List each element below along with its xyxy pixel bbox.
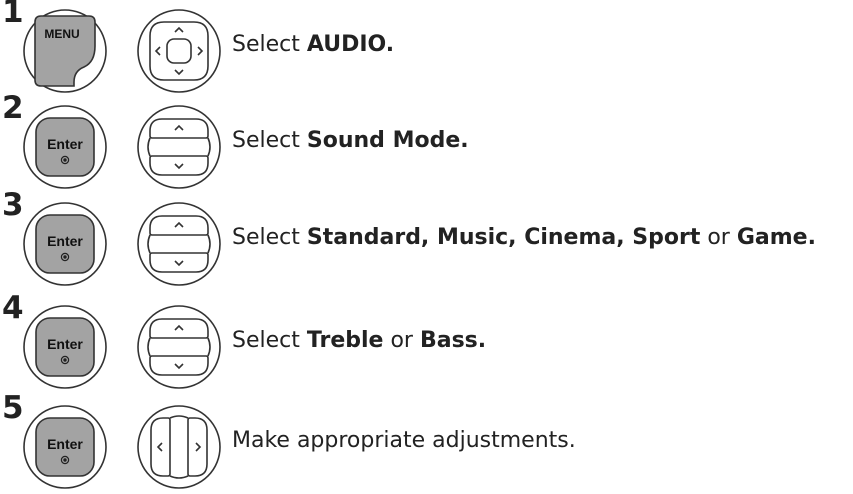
dpad-up-down-icon	[137, 305, 221, 389]
nav-pad-button[interactable]	[136, 404, 222, 490]
instruction-bold-text: Treble	[306, 328, 384, 353]
step-instruction: Select Sound Mode.	[232, 128, 469, 153]
left-button-label: MENU	[44, 27, 79, 41]
dpad-left-right-icon	[137, 405, 221, 489]
left-button-label: Enter	[47, 233, 83, 249]
nav-pad-button[interactable]	[136, 104, 222, 190]
step-instruction: Select Treble or Bass.	[232, 328, 486, 353]
instruction-bold-text: Sound Mode.	[306, 128, 469, 153]
nav-pad-button[interactable]	[136, 201, 222, 287]
instruction-bold-text: Bass.	[419, 328, 487, 353]
step-3: 3 Enter Select Standard, Music, Cinema, …	[0, 187, 853, 287]
step-number: 4	[2, 290, 24, 326]
menu-key-icon: MENU	[23, 9, 107, 93]
step-number: 5	[2, 390, 24, 426]
left-button-label: Enter	[47, 336, 83, 352]
step-number: 3	[2, 187, 24, 223]
dpad-up-down-icon	[137, 202, 221, 286]
instruction-bold-text: Game.	[736, 225, 816, 250]
enter-key-icon: Enter	[23, 405, 107, 489]
instruction-bold-text: Standard, Music, Cinema, Sport	[306, 225, 701, 250]
step-instruction: Make appropriate adjustments.	[232, 428, 576, 453]
instruction-text: Make appropriate adjustments.	[232, 428, 576, 453]
nav-pad-button[interactable]	[136, 304, 222, 390]
enter-key-icon: Enter	[23, 202, 107, 286]
step-instruction: Select AUDIO.	[232, 32, 394, 57]
left-button-label: Enter	[47, 436, 83, 452]
instruction-text: Select	[232, 32, 307, 57]
instruction-text: or	[383, 328, 420, 353]
enter-button[interactable]: Enter	[22, 404, 108, 490]
menu-button[interactable]: MENU	[22, 8, 108, 94]
left-button-label: Enter	[47, 136, 83, 152]
step-number: 1	[2, 0, 24, 30]
step-4: 4 Enter Select Treble or Bass.	[0, 290, 853, 390]
enter-button[interactable]: Enter	[22, 201, 108, 287]
instruction-text: Select	[232, 128, 307, 153]
enter-button[interactable]: Enter	[22, 304, 108, 390]
nav-pad-button[interactable]	[136, 8, 222, 94]
step-2: 2 Enter Select Sound Mode.	[0, 90, 853, 190]
instruction-text: Select	[232, 225, 307, 250]
instruction-text: or	[700, 225, 737, 250]
enter-button[interactable]: Enter	[22, 104, 108, 190]
step-number: 2	[2, 90, 24, 126]
instruction-text: Select	[232, 328, 307, 353]
dpad-up-down-icon	[137, 105, 221, 189]
step-1: 1 MENU Select AUDIO.	[0, 0, 853, 94]
step-5: 5 Enter Make appropriate adjustments.	[0, 390, 853, 490]
step-instruction: Select Standard, Music, Cinema, Sport or…	[232, 225, 816, 250]
enter-key-icon: Enter	[23, 305, 107, 389]
instruction-bold-text: AUDIO.	[306, 32, 395, 57]
enter-key-icon: Enter	[23, 105, 107, 189]
dpad-all-directions-icon	[137, 9, 221, 93]
